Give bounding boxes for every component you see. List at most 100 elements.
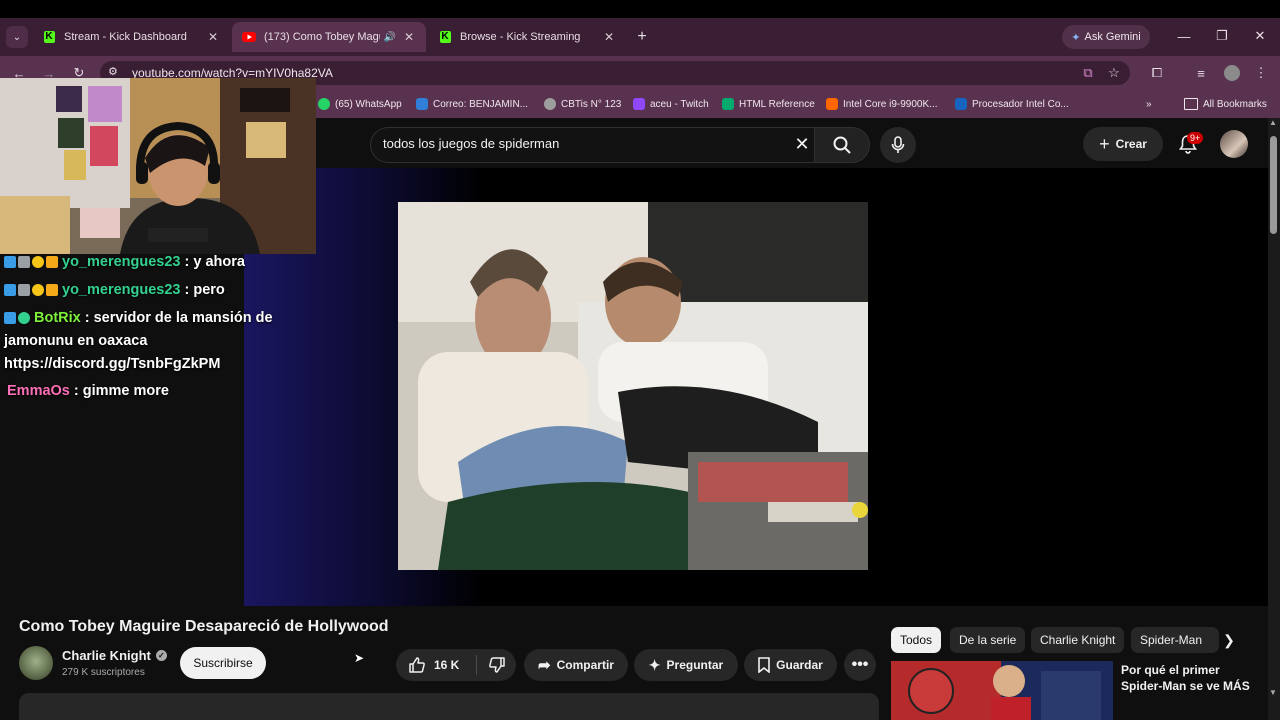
channel-name-text[interactable]: Charlie Knight xyxy=(62,648,151,663)
cast-icon[interactable]: ⧉ xyxy=(1077,62,1099,84)
chat-message: yo_merengues23 : pero xyxy=(4,279,225,302)
close-icon[interactable]: ✕ xyxy=(600,30,618,44)
notification-count-badge: 9+ xyxy=(1187,132,1204,144)
chip-todos[interactable]: Todos xyxy=(891,627,942,653)
bookmark-label: Correo: BENJAMIN... xyxy=(433,98,529,110)
bookmark-label: HTML Reference xyxy=(739,98,815,110)
bookmark-procesador[interactable]: Procesador Intel Co... xyxy=(955,96,1069,112)
share-icon: ➦ xyxy=(538,657,551,674)
like-button[interactable]: 16 K xyxy=(408,649,459,681)
site-info-icon[interactable]: ⚙ xyxy=(108,65,118,78)
chat-username[interactable]: EmmaOs xyxy=(7,383,70,399)
bookmark-label: CBTis N° 123 xyxy=(561,98,622,110)
chat-badges xyxy=(4,284,58,296)
chevron-right-icon[interactable]: ❯ xyxy=(1218,628,1240,652)
search-query[interactable]: todos los juegos de spiderman xyxy=(383,136,559,151)
description-box[interactable] xyxy=(19,693,879,720)
chat-badges xyxy=(4,312,30,324)
suggested-video-thumbnail[interactable] xyxy=(891,661,1113,720)
profile-avatar[interactable] xyxy=(1224,65,1240,81)
account-avatar[interactable] xyxy=(1220,130,1248,158)
subscribe-button[interactable]: Suscribirse xyxy=(180,647,266,679)
close-window-button[interactable]: ✕ xyxy=(1248,26,1272,46)
chat-username[interactable]: yo_merengues23 xyxy=(62,254,180,270)
tab-kick-dashboard[interactable]: K Stream - Kick Dashboard ✕ xyxy=(32,22,230,52)
kick-icon: K xyxy=(43,31,55,43)
folder-icon xyxy=(1184,98,1198,110)
extensions-icon[interactable]: ⧠ xyxy=(1146,62,1168,84)
save-label: Guardar xyxy=(776,658,823,672)
scrollbar-thumb[interactable] xyxy=(1270,136,1277,234)
share-button[interactable]: ➦ Compartir xyxy=(524,649,628,681)
chip-de-la-serie[interactable]: De la serie xyxy=(950,627,1026,653)
bookmark-label: aceu - Twitch xyxy=(650,98,709,110)
chat-message: EmmaOs : gimme more xyxy=(7,380,169,403)
media-icon[interactable]: ≡ xyxy=(1190,62,1212,84)
speaker-icon[interactable]: 🔊 xyxy=(384,32,396,43)
bookmark-twitch[interactable]: aceu - Twitch xyxy=(633,96,709,112)
bookmark-star-icon[interactable]: ☆ xyxy=(1103,62,1125,84)
chat-username[interactable]: yo_merengues23 xyxy=(62,282,180,298)
dislike-button[interactable] xyxy=(482,649,512,681)
more-actions-button[interactable]: ••• xyxy=(844,649,876,681)
tab-search-button[interactable]: ⌄ xyxy=(6,26,28,48)
bookmark-html-reference[interactable]: HTML Reference xyxy=(722,96,815,112)
close-icon[interactable]: ✕ xyxy=(204,30,222,44)
ask-button[interactable]: ✦ Preguntar xyxy=(634,649,738,681)
thumbs-down-icon xyxy=(489,657,505,673)
all-bookmarks[interactable]: All Bookmarks xyxy=(1184,96,1267,112)
new-tab-button[interactable]: + xyxy=(632,27,652,47)
menu-icon[interactable]: ⋮ xyxy=(1250,62,1272,84)
webcam-feed-image xyxy=(0,78,316,254)
minimize-button[interactable]: — xyxy=(1172,26,1196,46)
bookmark-correo[interactable]: Correo: BENJAMIN... xyxy=(416,96,528,112)
chat-text: : servidor de la mansión de xyxy=(84,310,273,326)
gemini-label: Ask Gemini xyxy=(1084,31,1141,43)
chat-link[interactable]: https://discord.gg/TsnbFgZkPM xyxy=(4,353,220,376)
chip-charlie-knight[interactable]: Charlie Knight xyxy=(1031,627,1125,653)
outlook-icon xyxy=(416,98,428,110)
close-icon[interactable]: ✕ xyxy=(400,30,418,44)
all-bookmarks-label: All Bookmarks xyxy=(1203,98,1267,110)
share-label: Compartir xyxy=(556,658,614,672)
restore-button[interactable]: ❐ xyxy=(1210,26,1234,46)
chat-badges xyxy=(4,256,58,268)
bookmarks-overflow-icon[interactable]: » xyxy=(1146,96,1152,112)
chip-spider-man[interactable]: Spider-Man xyxy=(1131,627,1219,653)
save-button[interactable]: Guardar xyxy=(744,649,837,681)
video-frame[interactable] xyxy=(398,202,868,570)
create-button[interactable]: + Crear xyxy=(1083,127,1163,161)
stream-chat-overlay: yo_merengues23 : y ahora yo_merengues23 … xyxy=(0,254,300,414)
more-icon: ••• xyxy=(851,656,869,673)
suggested-thumbnail-image xyxy=(891,661,1113,720)
channel-name[interactable]: Charlie Knight ✓ xyxy=(62,648,167,663)
ask-gemini-button[interactable]: ✦ Ask Gemini xyxy=(1062,25,1150,49)
like-count: 16 K xyxy=(434,658,460,672)
chat-username[interactable]: BotRix xyxy=(34,310,81,326)
bookmark-label: (65) WhatsApp xyxy=(335,98,402,110)
scroll-down-icon[interactable]: ▼ xyxy=(1269,688,1277,697)
subscriber-count: 279 K suscriptores xyxy=(62,667,145,678)
tab-kick-browse[interactable]: K Browse - Kick Streaming ✕ xyxy=(428,22,626,52)
suggested-video-title[interactable]: Por qué el primer Spider-Man se ve MÁS xyxy=(1121,662,1256,720)
search-button[interactable] xyxy=(814,127,870,163)
tab-youtube-video[interactable]: (173) Como Tobey Maguire 🔊 ✕ xyxy=(232,22,426,52)
create-label: Crear xyxy=(1115,137,1147,151)
bookmark-cbtis[interactable]: CBTis N° 123 xyxy=(544,96,621,112)
clear-search-icon[interactable]: ✕ xyxy=(790,132,814,156)
chat-message: BotRix : servidor de la mansión de xyxy=(4,307,273,330)
like-divider xyxy=(476,655,477,675)
channel-avatar[interactable] xyxy=(19,646,53,680)
verified-icon: ✓ xyxy=(155,650,167,661)
chat-text: : pero xyxy=(184,282,225,298)
bookmark-intel-core[interactable]: Intel Core i9-9900K... xyxy=(826,96,938,112)
mouse-cursor-icon: ➤ xyxy=(354,651,365,665)
scroll-up-icon[interactable]: ▲ xyxy=(1269,118,1277,127)
tab-title: Stream - Kick Dashboard xyxy=(64,31,187,43)
bookmark-whatsapp[interactable]: (65) WhatsApp xyxy=(318,96,402,112)
youtube-icon xyxy=(242,30,256,44)
bookmark-icon xyxy=(758,657,770,673)
voice-search-button[interactable] xyxy=(880,127,916,163)
intel-icon xyxy=(955,98,967,110)
chat-text: : gimme more xyxy=(73,383,169,399)
